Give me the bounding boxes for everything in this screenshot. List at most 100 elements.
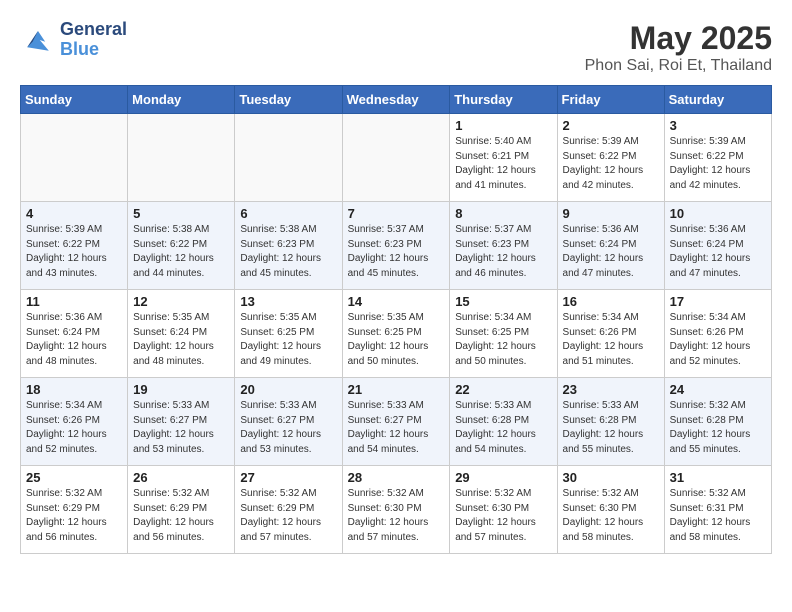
day-info: Sunrise: 5:32 AM Sunset: 6:29 PM Dayligh… — [133, 487, 229, 545]
day-number: 15 — [455, 294, 551, 309]
calendar-cell: 12 Sunrise: 5:35 AM Sunset: 6:24 PM Dayli… — [128, 290, 235, 378]
weekday-header: Wednesday — [342, 86, 450, 114]
day-number: 12 — [133, 294, 229, 309]
day-info: Sunrise: 5:34 AM Sunset: 6:26 PM Dayligh… — [563, 311, 659, 369]
day-info: Sunrise: 5:32 AM Sunset: 6:31 PM Dayligh… — [670, 487, 766, 545]
calendar-cell: 29 Sunrise: 5:32 AM Sunset: 6:30 PM Dayli… — [450, 466, 557, 554]
day-number: 10 — [670, 206, 766, 221]
logo: General Blue — [20, 20, 127, 60]
weekday-header: Tuesday — [235, 86, 342, 114]
calendar-cell: 23 Sunrise: 5:33 AM Sunset: 6:28 PM Dayli… — [557, 378, 664, 466]
month-title: May 2025 — [585, 20, 772, 57]
calendar-week-row: 25 Sunrise: 5:32 AM Sunset: 6:29 PM Dayli… — [21, 466, 772, 554]
day-info: Sunrise: 5:35 AM Sunset: 6:24 PM Dayligh… — [133, 311, 229, 369]
logo-text: General Blue — [60, 20, 127, 60]
day-info: Sunrise: 5:39 AM Sunset: 6:22 PM Dayligh… — [670, 135, 766, 193]
weekday-header: Monday — [128, 86, 235, 114]
weekday-header: Thursday — [450, 86, 557, 114]
day-info: Sunrise: 5:40 AM Sunset: 6:21 PM Dayligh… — [455, 135, 551, 193]
logo-line2: Blue — [60, 40, 127, 60]
day-number: 27 — [240, 470, 336, 485]
calendar-cell: 25Sunrise: 5:32 AM Sunset: 6:29 PM Dayli… — [21, 466, 128, 554]
day-number: 13 — [240, 294, 336, 309]
day-number: 1 — [455, 118, 551, 133]
day-number: 8 — [455, 206, 551, 221]
calendar-week-row: 11 Sunrise: 5:36 AM Sunset: 6:24 PM Dayli… — [21, 290, 772, 378]
weekday-header: Friday — [557, 86, 664, 114]
day-number: 23 — [563, 382, 659, 397]
day-info: Sunrise: 5:37 AM Sunset: 6:23 PM Dayligh… — [348, 223, 445, 281]
day-number: 16 — [563, 294, 659, 309]
day-info: Sunrise: 5:33 AM Sunset: 6:28 PM Dayligh… — [563, 399, 659, 457]
weekday-header-row: SundayMondayTuesdayWednesdayThursdayFrid… — [21, 86, 772, 114]
day-info: Sunrise: 5:38 AM Sunset: 6:22 PM Dayligh… — [133, 223, 229, 281]
calendar-week-row: 1 Sunrise: 5:40 AM Sunset: 6:21 PM Daylig… — [21, 114, 772, 202]
calendar-cell: 13Sunrise: 5:35 AM Sunset: 6:25 PM Dayli… — [235, 290, 342, 378]
day-info: Sunrise: 5:39 AM Sunset: 6:22 PM Dayligh… — [26, 223, 122, 281]
logo-line1: General — [60, 20, 127, 40]
day-info: Sunrise: 5:39 AM Sunset: 6:22 PM Dayligh… — [563, 135, 659, 193]
day-number: 4 — [26, 206, 122, 221]
day-number: 6 — [240, 206, 336, 221]
day-number: 5 — [133, 206, 229, 221]
title-area: May 2025 Phon Sai, Roi Et, Thailand — [585, 20, 772, 75]
calendar-cell: 26 Sunrise: 5:32 AM Sunset: 6:29 PM Dayli… — [128, 466, 235, 554]
day-number: 11 — [26, 294, 122, 309]
day-info: Sunrise: 5:35 AM Sunset: 6:25 PM Dayligh… — [348, 311, 445, 369]
calendar-cell: 18Sunrise: 5:34 AM Sunset: 6:26 PM Dayli… — [21, 378, 128, 466]
day-number: 24 — [670, 382, 766, 397]
day-info: Sunrise: 5:32 AM Sunset: 6:28 PM Dayligh… — [670, 399, 766, 457]
calendar-cell: 28 Sunrise: 5:32 AM Sunset: 6:30 PM Dayli… — [342, 466, 450, 554]
calendar-cell: 10 Sunrise: 5:36 AM Sunset: 6:24 PM Dayli… — [664, 202, 771, 290]
day-info: Sunrise: 5:33 AM Sunset: 6:27 PM Dayligh… — [348, 399, 445, 457]
day-info: Sunrise: 5:34 AM Sunset: 6:25 PM Dayligh… — [455, 311, 551, 369]
day-number: 3 — [670, 118, 766, 133]
weekday-header: Sunday — [21, 86, 128, 114]
calendar-week-row: 18Sunrise: 5:34 AM Sunset: 6:26 PM Dayli… — [21, 378, 772, 466]
calendar-cell: 24 Sunrise: 5:32 AM Sunset: 6:28 PM Dayli… — [664, 378, 771, 466]
calendar-cell: 5 Sunrise: 5:38 AM Sunset: 6:22 PM Daylig… — [128, 202, 235, 290]
day-number: 28 — [348, 470, 445, 485]
day-info: Sunrise: 5:34 AM Sunset: 6:26 PM Dayligh… — [670, 311, 766, 369]
day-info: Sunrise: 5:32 AM Sunset: 6:29 PM Dayligh… — [240, 487, 336, 545]
calendar-cell: 21Sunrise: 5:33 AM Sunset: 6:27 PM Dayli… — [342, 378, 450, 466]
day-info: Sunrise: 5:38 AM Sunset: 6:23 PM Dayligh… — [240, 223, 336, 281]
day-info: Sunrise: 5:36 AM Sunset: 6:24 PM Dayligh… — [26, 311, 122, 369]
calendar-cell: 14 Sunrise: 5:35 AM Sunset: 6:25 PM Dayli… — [342, 290, 450, 378]
logo-icon — [20, 22, 56, 58]
calendar-cell: 6 Sunrise: 5:38 AM Sunset: 6:23 PM Daylig… — [235, 202, 342, 290]
day-number: 31 — [670, 470, 766, 485]
day-info: Sunrise: 5:34 AM Sunset: 6:26 PM Dayligh… — [26, 399, 122, 457]
day-number: 2 — [563, 118, 659, 133]
day-number: 25 — [26, 470, 122, 485]
calendar-cell: 3 Sunrise: 5:39 AM Sunset: 6:22 PM Daylig… — [664, 114, 771, 202]
day-number: 7 — [348, 206, 445, 221]
calendar-cell: 8Sunrise: 5:37 AM Sunset: 6:23 PM Daylig… — [450, 202, 557, 290]
calendar-cell — [128, 114, 235, 202]
calendar-cell: 4 Sunrise: 5:39 AM Sunset: 6:22 PM Daylig… — [21, 202, 128, 290]
calendar-cell: 17Sunrise: 5:34 AM Sunset: 6:26 PM Dayli… — [664, 290, 771, 378]
calendar-cell: 31 Sunrise: 5:32 AM Sunset: 6:31 PM Dayli… — [664, 466, 771, 554]
day-info: Sunrise: 5:36 AM Sunset: 6:24 PM Dayligh… — [670, 223, 766, 281]
calendar-cell: 1 Sunrise: 5:40 AM Sunset: 6:21 PM Daylig… — [450, 114, 557, 202]
calendar-cell: 27 Sunrise: 5:32 AM Sunset: 6:29 PM Dayli… — [235, 466, 342, 554]
day-info: Sunrise: 5:32 AM Sunset: 6:30 PM Dayligh… — [455, 487, 551, 545]
day-number: 29 — [455, 470, 551, 485]
calendar-cell — [21, 114, 128, 202]
day-number: 19 — [133, 382, 229, 397]
calendar-cell: 11 Sunrise: 5:36 AM Sunset: 6:24 PM Dayli… — [21, 290, 128, 378]
day-number: 9 — [563, 206, 659, 221]
calendar-cell: 16 Sunrise: 5:34 AM Sunset: 6:26 PM Dayli… — [557, 290, 664, 378]
calendar-cell: 15 Sunrise: 5:34 AM Sunset: 6:25 PM Dayli… — [450, 290, 557, 378]
day-info: Sunrise: 5:36 AM Sunset: 6:24 PM Dayligh… — [563, 223, 659, 281]
day-info: Sunrise: 5:33 AM Sunset: 6:28 PM Dayligh… — [455, 399, 551, 457]
calendar-cell — [342, 114, 450, 202]
day-info: Sunrise: 5:33 AM Sunset: 6:27 PM Dayligh… — [240, 399, 336, 457]
day-number: 26 — [133, 470, 229, 485]
page-header: General Blue May 2025 Phon Sai, Roi Et, … — [20, 20, 772, 75]
day-number: 14 — [348, 294, 445, 309]
calendar-cell — [235, 114, 342, 202]
day-info: Sunrise: 5:32 AM Sunset: 6:30 PM Dayligh… — [348, 487, 445, 545]
calendar: SundayMondayTuesdayWednesdayThursdayFrid… — [20, 85, 772, 554]
day-number: 30 — [563, 470, 659, 485]
